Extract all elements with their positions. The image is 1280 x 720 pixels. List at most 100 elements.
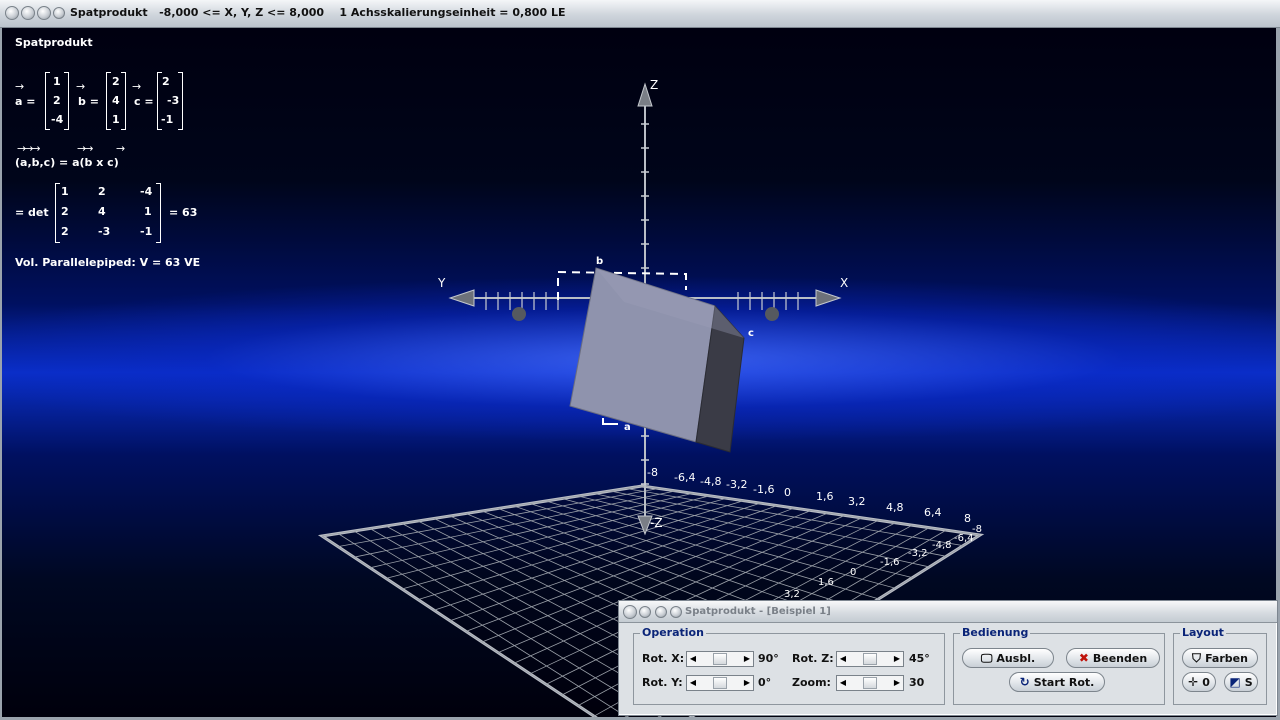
vec-c-label: c = (134, 95, 154, 108)
x-tick-label: -6,4 (674, 471, 696, 484)
det-cell: 2 (61, 205, 69, 218)
det-cell: 1 (144, 205, 152, 218)
x-tick-label: -1,6 (753, 483, 775, 496)
y-axis-knob (512, 307, 526, 321)
origin-button[interactable]: ✛ 0 (1182, 672, 1216, 692)
operation-group: Operation Rot. X: ◀ ▶ 90° Rot. Y: ◀ ▶ 0°… (633, 626, 945, 705)
x-tick-label: 4,8 (886, 501, 904, 514)
det-cell: 1 (61, 185, 69, 198)
window-minimize-button[interactable] (21, 6, 35, 20)
rot-x-label: Rot. X: (642, 652, 685, 665)
layout-group: Layout ⛉ Farben ✛ 0 ◩ S (1173, 626, 1267, 705)
rot-y-label: Rot. Y: (642, 676, 683, 689)
window-close-button[interactable] (5, 6, 19, 20)
layout-group-label: Layout (1180, 626, 1226, 639)
rotate-icon: ↻ (1019, 675, 1030, 689)
slider-thumb[interactable] (863, 653, 877, 665)
y-tick-label: -1,6 (880, 557, 900, 568)
rot-x-value: 90° (758, 652, 779, 665)
dialog-maximize-button[interactable] (655, 606, 667, 618)
rot-x-slider[interactable]: ◀ ▶ (686, 651, 754, 667)
slider-right-arrow-icon[interactable]: ▶ (891, 652, 903, 666)
dialog-menu-button[interactable] (670, 606, 682, 618)
vector-arrow-icon: →→→ (17, 142, 41, 155)
z-tick-label: -8 (647, 466, 658, 479)
vec-b-label: b = (78, 95, 99, 108)
x-tick-label: 8 (964, 512, 971, 525)
window-maximize-button[interactable] (37, 6, 51, 20)
window-title: Spatprodukt -8,000 <= X, Y, Z <= 8,000 1… (70, 6, 566, 19)
slider-left-arrow-icon[interactable]: ◀ (687, 652, 699, 666)
det-cell: -1 (140, 225, 153, 238)
zoom-slider[interactable]: ◀ ▶ (836, 675, 904, 691)
slider-right-arrow-icon[interactable]: ▶ (741, 676, 753, 690)
y-tick-label: -3,2 (908, 548, 928, 559)
vec-b-x: 2 (112, 75, 120, 88)
y-tick-label: -4,8 (932, 540, 952, 551)
rot-y-slider[interactable]: ◀ ▶ (686, 675, 754, 691)
close-x-icon: ✖ (1078, 651, 1089, 665)
slider-left-arrow-icon[interactable]: ◀ (837, 676, 849, 690)
beenden-label: Beenden (1092, 651, 1148, 665)
vec-a-label: a = (15, 95, 36, 108)
paint-bucket-icon: ⛉ (1192, 650, 1202, 665)
control-dialog: Spatprodukt - [Beispiel 1] Operation Rot… (618, 600, 1278, 716)
s-button[interactable]: ◩ S (1224, 672, 1258, 692)
ausbl-button[interactable]: 🖵 Ausbl. (962, 648, 1054, 668)
rot-z-value: 45° (909, 652, 930, 665)
zoom-value: 30 (909, 676, 925, 689)
z-neg-axis-label: -Z (650, 516, 663, 530)
x-tick-label: 3,2 (848, 495, 866, 508)
x-tick-label: 0 (784, 486, 791, 499)
bedienung-group: Bedienung 🖵 Ausbl. ✖ Beenden ↻ Start Rot… (953, 626, 1165, 705)
start-rot-label: Start Rot. (1033, 675, 1095, 689)
rot-z-slider[interactable]: ◀ ▶ (836, 651, 904, 667)
vector-arrow-icon: → (76, 80, 86, 93)
zoom-label: Zoom: (792, 676, 831, 689)
slider-left-arrow-icon[interactable]: ◀ (837, 652, 849, 666)
beenden-button[interactable]: ✖ Beenden (1066, 648, 1160, 668)
dialog-minimize-button[interactable] (639, 606, 651, 618)
det-cell: 2 (61, 225, 69, 238)
y-tick-label: 0 (850, 567, 857, 578)
x-axis-arrow (815, 289, 842, 307)
start-rot-button[interactable]: ↻ Start Rot. (1009, 672, 1105, 692)
slider-thumb[interactable] (713, 653, 727, 665)
y-tick-label: 1,6 (818, 577, 834, 588)
dialog-title-bar[interactable]: Spatprodukt - [Beispiel 1] (619, 601, 1277, 623)
x-tick-label: -3,2 (726, 478, 748, 491)
origin-label: 0 (1202, 675, 1210, 689)
vec-a-matrix: 1 2 -4 (45, 72, 69, 130)
vec-c-y: -3 (167, 94, 180, 107)
dialog-close-button[interactable] (623, 605, 637, 619)
x-tick-label: 6,4 (924, 506, 942, 519)
det-matrix: 1 2 -4 2 4 1 2 -3 -1 (55, 183, 161, 243)
x-tick-label: 1,6 (816, 490, 834, 503)
point-c-label: c (748, 328, 754, 339)
x-axis-knob (765, 307, 779, 321)
slider-right-arrow-icon[interactable]: ▶ (741, 652, 753, 666)
vector-arrow-icon: → (132, 80, 142, 93)
vector-arrow-icon: → (15, 80, 25, 93)
ausbl-label: Ausbl. (996, 651, 1036, 665)
y-axis-label: Y (438, 276, 446, 290)
slider-right-arrow-icon[interactable]: ▶ (891, 676, 903, 690)
farben-button[interactable]: ⛉ Farben (1182, 648, 1258, 668)
slider-thumb[interactable] (863, 677, 877, 689)
slider-thumb[interactable] (713, 677, 727, 689)
vec-b-matrix: 2 4 1 (106, 72, 126, 130)
vec-c-z: -1 (161, 113, 174, 126)
window-menu-button[interactable] (53, 7, 65, 19)
vec-c-x: 2 (162, 75, 170, 88)
triple-product-label: (a,b,c) = a(b x c) (15, 156, 119, 169)
slider-left-arrow-icon[interactable]: ◀ (687, 676, 699, 690)
det-result: = 63 (169, 206, 198, 219)
y-tick-label: 3,2 (784, 589, 800, 600)
volume-result: Vol. Parallelepiped: V = 63 VE (15, 256, 201, 269)
vector-arrow-icon: →→ (77, 142, 94, 155)
operation-group-label: Operation (640, 626, 706, 639)
math-heading: Spatprodukt (15, 36, 93, 49)
rot-z-label: Rot. Z: (792, 652, 834, 665)
y-axis-arrow (448, 289, 475, 307)
det-cell: -4 (140, 185, 153, 198)
